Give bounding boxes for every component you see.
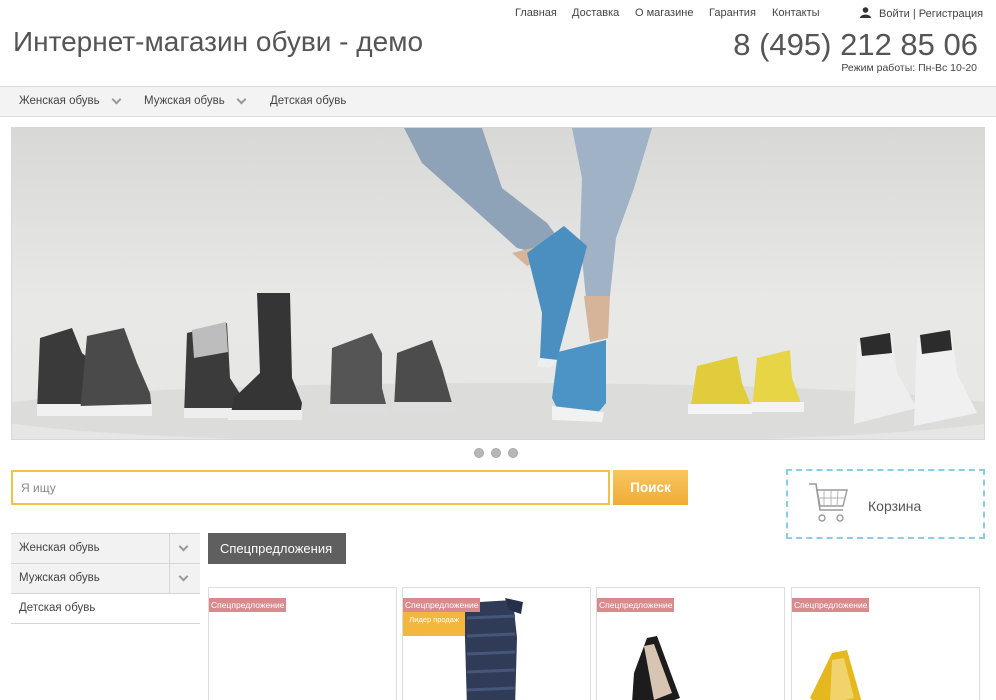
top-nav-delivery[interactable]: Доставка	[572, 7, 619, 19]
chevron-down-icon[interactable]	[236, 94, 247, 105]
cart-icon	[809, 483, 848, 522]
slider-dot[interactable]	[508, 448, 518, 458]
sidebar-item-label: Детская обувь	[19, 602, 96, 614]
special-offer-badge: Спецпредложение	[597, 598, 675, 612]
auth-link[interactable]: Войти | Регистрация	[860, 7, 983, 20]
chevron-down-icon[interactable]	[178, 541, 189, 552]
top-nav-about[interactable]: О магазине	[635, 7, 693, 19]
slider-dot[interactable]	[474, 448, 484, 458]
banner-slider[interactable]	[11, 127, 985, 440]
product-card[interactable]: Спецпредложение Лидер продаж	[402, 587, 591, 700]
product-image	[463, 598, 523, 700]
sidebar-item-men[interactable]: Мужская обувь	[11, 564, 200, 594]
top-nav-home[interactable]: Главная	[515, 7, 557, 19]
sidebar-item-label: Мужская обувь	[19, 572, 100, 584]
category-bar: Женская обувь Мужская обувь Детская обув…	[0, 86, 996, 117]
top-nav-warranty[interactable]: Гарантия	[709, 7, 756, 19]
divider	[169, 564, 170, 593]
cart-label: Корзина	[868, 498, 922, 514]
cart-widget[interactable]: Корзина	[786, 469, 985, 539]
search-input[interactable]	[11, 470, 610, 505]
sidebar-item-kids[interactable]: Детская обувь	[11, 594, 200, 624]
category-kids[interactable]: Детская обувь	[270, 95, 346, 107]
user-icon	[860, 7, 871, 18]
chevron-down-icon[interactable]	[178, 571, 189, 582]
auth-text[interactable]: Войти | Регистрация	[879, 8, 983, 20]
product-card[interactable]: Спецпредложение	[208, 587, 397, 700]
shop-title[interactable]: Интернет-магазин обуви - демо	[13, 26, 423, 58]
product-image	[632, 636, 680, 700]
sidebar-item-label: Женская обувь	[19, 542, 100, 554]
special-offer-badge: Спецпредложение	[403, 598, 481, 612]
special-offer-badge: Спецпредложение	[209, 598, 287, 612]
product-card[interactable]: Спецпредложение	[791, 587, 980, 700]
product-card[interactable]: Спецпредложение	[596, 587, 785, 700]
top-nav-contacts[interactable]: Контакты	[772, 7, 820, 19]
banner-image	[12, 128, 984, 439]
special-offer-badge: Спецпредложение	[792, 598, 870, 612]
category-men[interactable]: Мужская обувь	[144, 95, 225, 107]
phone-number: 8 (495) 212 85 06	[733, 27, 978, 62]
sidebar-categories: Женская обувь Мужская обувь Детская обув…	[11, 533, 200, 624]
bestseller-badge: Лидер продаж	[403, 612, 465, 636]
sidebar-item-women[interactable]: Женская обувь	[11, 534, 200, 564]
category-women[interactable]: Женская обувь	[19, 95, 100, 107]
special-offers-tab[interactable]: Спецпредложения	[208, 533, 346, 564]
slider-dot[interactable]	[491, 448, 501, 458]
search-button[interactable]: Поиск	[613, 470, 688, 505]
product-image	[810, 650, 862, 700]
divider	[169, 534, 170, 563]
working-hours: Режим работы: Пн-Вс 10-20	[841, 62, 977, 74]
chevron-down-icon[interactable]	[111, 94, 122, 105]
